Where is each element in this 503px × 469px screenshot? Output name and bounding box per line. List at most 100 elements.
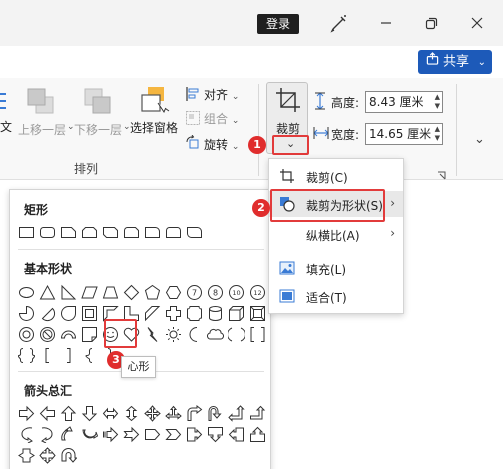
- octagon-shape-icon[interactable]: 8: [205, 282, 226, 303]
- up-arrow-callout-shape-icon[interactable]: [247, 424, 268, 445]
- bent-up-arrow-shape-icon[interactable]: [247, 403, 268, 424]
- diagonal-stripe-shape-icon[interactable]: [142, 303, 163, 324]
- left-right-arrow-callout-shape-icon[interactable]: [16, 445, 37, 466]
- rotate-button[interactable]: 旋转 ⌄: [204, 136, 239, 153]
- decagon-shape-icon[interactable]: 10: [226, 282, 247, 303]
- minimize-icon[interactable]: [375, 12, 397, 34]
- menu-item-fit[interactable]: 适合(T): [269, 283, 403, 309]
- designer-pen-icon[interactable]: [328, 12, 350, 34]
- folded-corner-shape-icon[interactable]: [79, 324, 100, 345]
- pentagon-arrow-shape-icon[interactable]: [142, 424, 163, 445]
- right-triangle-shape-icon[interactable]: [58, 282, 79, 303]
- ribbon-collapse-icon[interactable]: ⌄: [474, 132, 485, 147]
- fit-icon: [279, 288, 295, 304]
- triangle-shape-icon[interactable]: [37, 282, 58, 303]
- frame-shape-icon[interactable]: [79, 303, 100, 324]
- curved-down-arrow-shape-icon[interactable]: [79, 424, 100, 445]
- share-button[interactable]: 共享 ⌄: [418, 50, 492, 74]
- parallelogram-shape-icon[interactable]: [79, 282, 100, 303]
- height-spinner-icon[interactable]: ▲ ▼: [435, 93, 440, 111]
- quad-arrow-callout-shape-icon[interactable]: [37, 445, 58, 466]
- quad-arrow-shape-icon[interactable]: [142, 403, 163, 424]
- group-button[interactable]: 组合 ⌄: [204, 110, 239, 127]
- login-button[interactable]: 登录: [257, 14, 299, 34]
- right-bracket-shape-icon[interactable]: [58, 345, 79, 366]
- cross-shape-icon[interactable]: [163, 303, 184, 324]
- selection-pane-icon[interactable]: [140, 84, 170, 119]
- up-down-arrow-shape-icon[interactable]: [121, 403, 142, 424]
- width-label: 宽度:: [331, 128, 360, 142]
- menu-item-crop[interactable]: 裁剪(C): [269, 163, 403, 189]
- round-single-corner-rectangle-shape-icon[interactable]: [142, 222, 163, 243]
- round-same-side-rectangle-shape-icon[interactable]: [163, 222, 184, 243]
- left-bracket-shape-icon[interactable]: [37, 345, 58, 366]
- notched-right-arrow-shape-icon[interactable]: [121, 424, 142, 445]
- lightning-bolt-shape-icon[interactable]: [142, 324, 163, 345]
- snip-diagonal-rectangle-shape-icon[interactable]: [100, 222, 121, 243]
- rectangle-shape-icon[interactable]: [16, 222, 37, 243]
- chevron-shape-icon[interactable]: [163, 424, 184, 445]
- no-symbol-shape-icon[interactable]: [37, 324, 58, 345]
- trapezoid-shape-icon[interactable]: [100, 282, 121, 303]
- double-bracket-shape-icon[interactable]: [247, 324, 268, 345]
- can-shape-icon[interactable]: [205, 303, 226, 324]
- oval-shape-icon[interactable]: [16, 282, 37, 303]
- right-arrow-callout-shape-icon[interactable]: [184, 424, 205, 445]
- moon-shape-icon[interactable]: [184, 324, 205, 345]
- partial-circle-shape-icon[interactable]: [16, 303, 37, 324]
- donut-shape-icon[interactable]: [16, 324, 37, 345]
- bring-forward-icon[interactable]: [25, 86, 57, 119]
- dodecagon-shape-icon[interactable]: 12: [247, 282, 268, 303]
- u-turn-arrow-shape-icon[interactable]: [205, 403, 226, 424]
- left-arrow-callout-shape-icon[interactable]: [226, 424, 247, 445]
- sun-shape-icon[interactable]: [163, 324, 184, 345]
- selection-pane-label[interactable]: 选择窗格: [130, 119, 178, 136]
- snip-round-rectangle-shape-icon[interactable]: [121, 222, 142, 243]
- chord-shape-icon[interactable]: [37, 303, 58, 324]
- block-arc-shape-icon[interactable]: [58, 324, 79, 345]
- hexagon-shape-icon[interactable]: [163, 282, 184, 303]
- cube-shape-icon[interactable]: [226, 303, 247, 324]
- cloud-shape-icon[interactable]: [205, 324, 226, 345]
- size-dialog-launcher-icon[interactable]: [437, 169, 446, 183]
- bent-arrow-shape-icon[interactable]: [184, 403, 205, 424]
- left-right-arrow-shape-icon[interactable]: [100, 403, 121, 424]
- arc-shape-icon[interactable]: [226, 324, 247, 345]
- left-brace-shape-icon[interactable]: [79, 345, 100, 366]
- align-button[interactable]: 对齐 ⌄: [204, 86, 239, 103]
- width-spinner-icon[interactable]: ▲ ▼: [435, 125, 440, 143]
- curved-left-arrow-shape-icon[interactable]: [37, 424, 58, 445]
- plaque-shape-icon[interactable]: [184, 303, 205, 324]
- send-backward-icon[interactable]: [82, 86, 114, 119]
- pentagon-shape-icon[interactable]: [142, 282, 163, 303]
- close-icon[interactable]: [466, 12, 488, 34]
- heptagon-shape-icon[interactable]: 7: [184, 282, 205, 303]
- group-icon: [185, 110, 201, 129]
- menu-item-fill[interactable]: 填充(L): [269, 255, 403, 281]
- teardrop-shape-icon[interactable]: [58, 303, 79, 324]
- menu-item-aspect-ratio[interactable]: 纵横比(A) ›: [269, 221, 403, 247]
- double-brace-shape-icon[interactable]: [16, 345, 37, 366]
- diamond-shape-icon[interactable]: [121, 282, 142, 303]
- left-up-arrow-shape-icon[interactable]: [226, 403, 247, 424]
- down-arrow-shape-icon[interactable]: [79, 403, 100, 424]
- curved-right-arrow-shape-icon[interactable]: [16, 424, 37, 445]
- share-dropdown-icon[interactable]: ⌄: [478, 51, 486, 75]
- round-diagonal-rectangle-shape-icon[interactable]: [184, 222, 205, 243]
- left-arrow-shape-icon[interactable]: [37, 403, 58, 424]
- up-arrow-shape-icon[interactable]: [58, 403, 79, 424]
- striped-right-arrow-shape-icon[interactable]: [100, 424, 121, 445]
- down-arrow-callout-shape-icon[interactable]: [205, 424, 226, 445]
- width-input[interactable]: 14.65 厘米 ▲ ▼: [365, 123, 443, 145]
- snip-corner-rectangle-shape-icon[interactable]: [58, 222, 79, 243]
- right-arrow-shape-icon[interactable]: [16, 403, 37, 424]
- crop-dropdown-highlight[interactable]: ⌄: [272, 135, 309, 155]
- left-right-up-arrow-shape-icon[interactable]: [163, 403, 184, 424]
- rounded-rectangle-shape-icon[interactable]: [37, 222, 58, 243]
- height-input[interactable]: 8.43 厘米 ▲ ▼: [365, 91, 443, 113]
- bevel-shape-icon[interactable]: [247, 303, 268, 324]
- restore-icon[interactable]: [420, 12, 442, 34]
- circular-arrow-shape-icon[interactable]: [58, 445, 79, 466]
- snip-same-side-rectangle-shape-icon[interactable]: [79, 222, 100, 243]
- curved-up-arrow-shape-icon[interactable]: [58, 424, 79, 445]
